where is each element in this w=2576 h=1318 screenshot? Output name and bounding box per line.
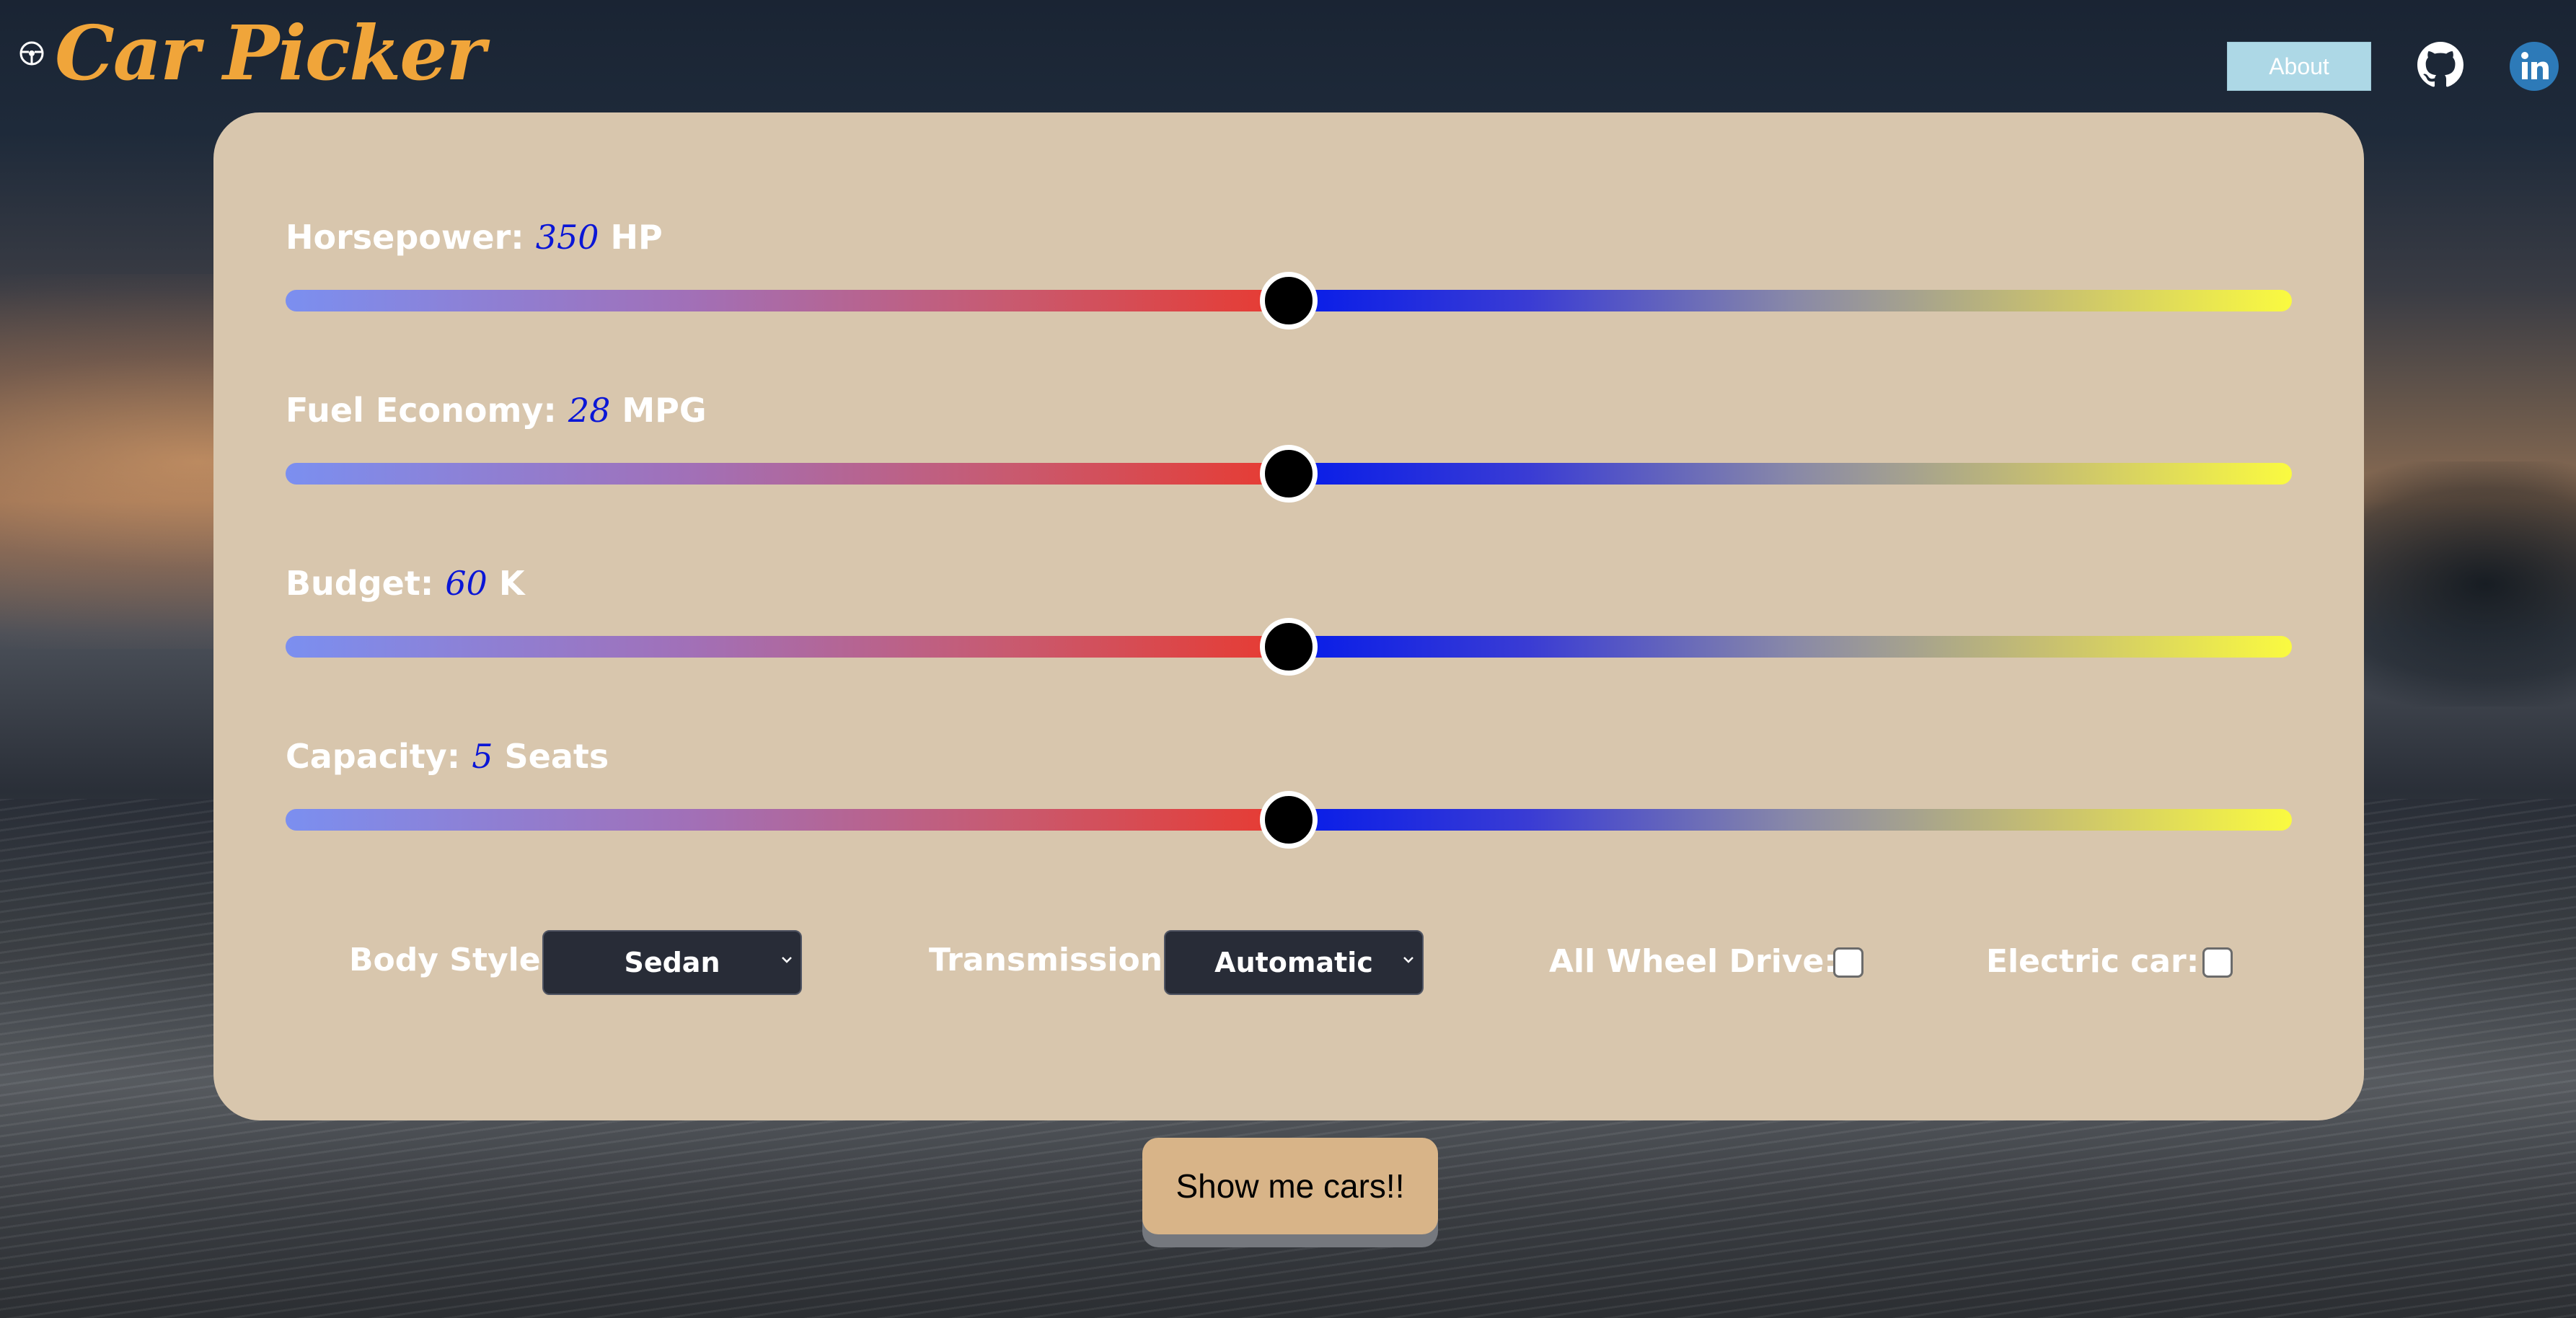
fuel-economy-label: Fuel Economy: 28 MPG <box>286 391 707 430</box>
fuel-economy-value: 28 <box>568 391 611 430</box>
app-logo[interactable]: Car Picker <box>19 9 485 97</box>
horsepower-slider-group: Horsepower: 350 HP <box>286 218 2292 330</box>
body-style-select[interactable]: Sedan <box>542 930 802 995</box>
horsepower-value: 350 <box>535 218 599 257</box>
budget-slider-group: Budget: 60 K <box>286 564 2292 676</box>
capacity-unit: Seats <box>504 737 609 776</box>
transmission-label: Transmission: <box>929 942 1175 978</box>
horsepower-slider-thumb[interactable] <box>1260 272 1318 330</box>
transmission-selected-value: Automatic <box>1214 947 1373 978</box>
horsepower-slider[interactable] <box>286 272 2292 330</box>
fuel-economy-slider-thumb[interactable] <box>1260 445 1318 503</box>
transmission-select[interactable]: Automatic <box>1164 930 1424 995</box>
capacity-slider-group: Capacity: 5 Seats <box>286 737 2292 849</box>
fuel-economy-slider[interactable] <box>286 445 2292 503</box>
capacity-slider-thumb[interactable] <box>1260 791 1318 849</box>
chevron-down-icon <box>1403 957 1413 963</box>
electric-checkbox[interactable] <box>2202 947 2233 978</box>
capacity-value: 5 <box>472 737 493 776</box>
budget-label: Budget: 60 K <box>286 564 525 603</box>
linkedin-icon[interactable] <box>2510 42 2559 91</box>
budget-unit: K <box>498 564 525 603</box>
app-title: Car Picker <box>55 9 485 97</box>
filter-panel: Horsepower: 350 HP Fuel Economy: 28 MPG … <box>213 112 2364 1120</box>
body-style-selected-value: Sedan <box>624 947 720 978</box>
awd-checkbox[interactable] <box>1833 947 1863 978</box>
budget-value: 60 <box>445 564 488 603</box>
capacity-label: Capacity: 5 Seats <box>286 737 609 776</box>
fuel-economy-slider-group: Fuel Economy: 28 MPG <box>286 391 2292 503</box>
filter-controls-row: Body Style: Sedan Transmission: Automati… <box>213 930 2364 995</box>
fuel-economy-unit: MPG <box>622 391 707 430</box>
horsepower-label: Horsepower: 350 HP <box>286 218 663 257</box>
about-button[interactable]: About <box>2227 42 2371 91</box>
capacity-slider[interactable] <box>286 791 2292 849</box>
chevron-down-icon <box>782 957 792 963</box>
github-icon[interactable] <box>2417 42 2463 88</box>
body-style-label: Body Style: <box>349 942 554 978</box>
electric-label: Electric car: <box>1986 943 2200 980</box>
budget-slider-thumb[interactable] <box>1260 618 1318 676</box>
horsepower-unit: HP <box>610 218 663 257</box>
show-cars-button[interactable]: Show me cars!! <box>1142 1138 1438 1234</box>
steering-wheel-icon <box>19 41 44 66</box>
budget-slider[interactable] <box>286 618 2292 676</box>
awd-label: All Wheel Drive: <box>1549 943 1837 980</box>
